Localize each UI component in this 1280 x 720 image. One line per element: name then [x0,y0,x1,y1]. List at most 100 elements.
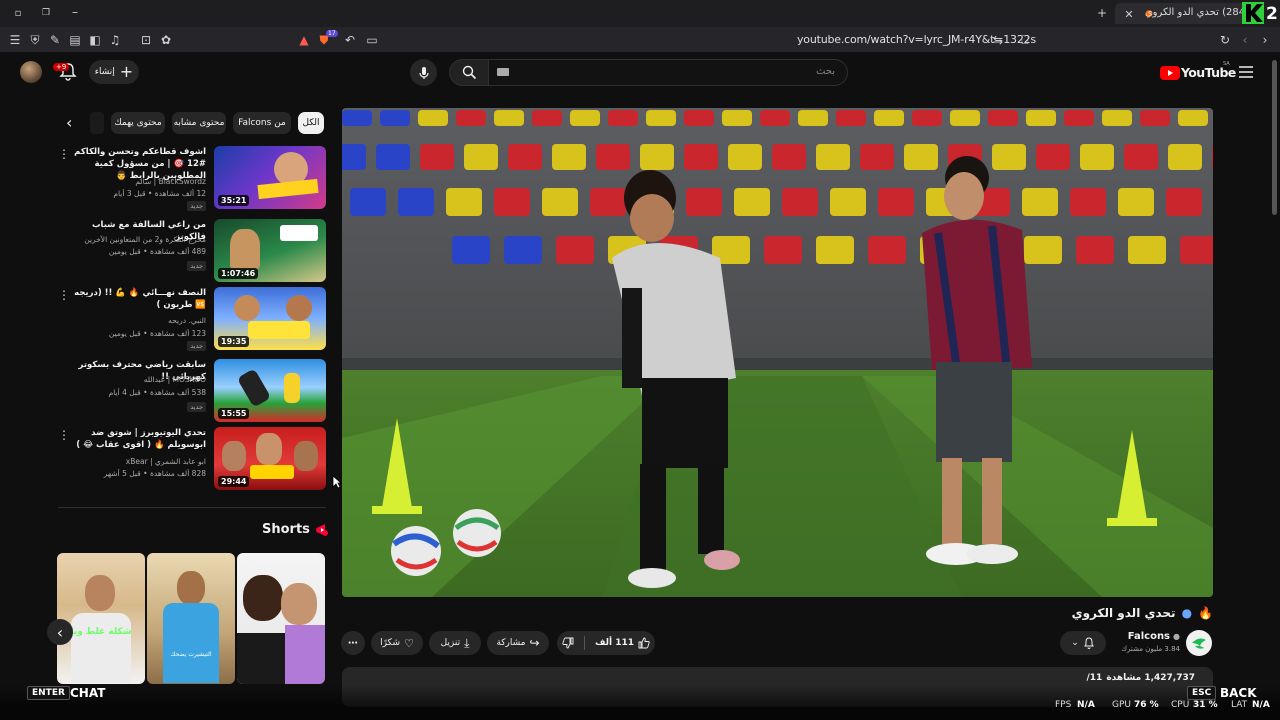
reader-icon[interactable]: ▭ [364,32,380,48]
forward-icon[interactable]: › [1257,32,1273,48]
short-item[interactable] [237,553,325,684]
stadium-seat [992,144,1026,170]
channel-name[interactable]: BlackSwordz | سالم [66,177,206,186]
chips-prev-icon[interactable]: ‹ [66,115,72,131]
chevron-down-icon: ⌄ [1071,638,1079,648]
thanks-label: شكرًا [380,638,401,648]
menu-icon[interactable]: ☰ [7,32,23,48]
brush-icon[interactable]: ✎ [47,32,63,48]
stadium-seat [1102,110,1132,126]
list-item[interactable]: 1:07:46 من راعي السالفة مع شباب فالكونز … [58,219,326,283]
reload-back-icon[interactable]: ↶ [342,32,358,48]
channel-name-row[interactable]: Falcons ● [1128,631,1180,642]
extensions-icon[interactable]: ✿ [158,32,174,48]
subscribe-dropdown-button[interactable]: ⌄ [1060,631,1106,655]
stadium-seat [1080,144,1114,170]
stadium-seat [380,110,410,126]
back-label[interactable]: BACK [1220,686,1257,700]
channel-name[interactable]: Falcons [1128,631,1170,642]
more-button[interactable]: ⋯ [341,631,365,655]
stadium-seat [728,144,762,170]
cpu-label: CPU [1171,700,1190,710]
like-dislike-group: 111 ألف [557,631,655,655]
window-minimize-icon[interactable]: – [67,4,83,20]
bookmark-icon[interactable]: ⎕ [1017,32,1033,48]
stadium-seat [556,236,594,264]
stadium-seat [1064,110,1094,126]
shield-icon[interactable]: ⛨ [27,32,43,48]
video-thumbnail[interactable]: 15:55 [214,359,326,422]
list-item[interactable]: 19:35 النصف نهـــائي 🔥 💪 !! (دريجه 🆚 طرب… [58,287,326,351]
chat-label[interactable]: CHAT [70,686,105,700]
link-icon[interactable]: ⇆ [990,32,1006,48]
window-restore-icon[interactable]: ❐ [38,5,54,21]
keyboard-icon[interactable] [497,68,509,76]
stadium-seat [1036,144,1070,170]
channel-avatar[interactable] [1186,630,1212,656]
more-actions-icon[interactable]: ⋮ [58,289,70,301]
channel-name[interactable]: مخرج الفكرة و2 من المتعاونين الآخرين [66,235,206,244]
esc-key[interactable]: ESC [1187,686,1217,700]
youtube-play-icon [1160,66,1180,80]
video-title[interactable]: تحدي اليوتيوبرز | شوتق ضد ابوسويلم 🔥 ( ا… [66,427,206,451]
video-frame [342,108,1213,597]
voice-search-button[interactable] [410,59,437,86]
chip-similar[interactable]: محتوى مشابه [172,112,226,134]
create-button[interactable]: إنشاء + [89,60,139,84]
like-button[interactable]: 111 ألف [595,637,650,649]
tabs-icon[interactable]: ▤ [67,32,83,48]
avatar[interactable] [20,61,42,83]
stadium-seat [1212,145,1213,169]
thanks-button[interactable]: ♡ شكرًا [371,631,423,655]
video-thumbnail[interactable]: 1:07:46 [214,219,326,282]
close-tab-icon[interactable]: ✕ [1121,6,1137,22]
search-button[interactable] [449,59,489,86]
tab-title: (284) تحدي الدو الكروي [1144,7,1249,18]
download-button[interactable]: ⤓ تنزيل [429,631,481,655]
more-actions-icon[interactable]: ⋮ [58,148,70,160]
music-icon[interactable]: ♫ [107,32,123,48]
video-thumbnail[interactable]: 19:35 [214,287,326,350]
chip-all[interactable]: الكل [298,112,324,134]
video-title[interactable]: النصف نهـــائي 🔥 💪 !! (دريجه 🆚 طربون ) [66,287,206,311]
stadium-seat [452,236,490,264]
thumbs-down-icon[interactable] [562,637,574,649]
list-item[interactable]: 15:55 سابقت رياضي محترف بسكوتر كهربائي !… [58,359,326,423]
channel-name[interactable]: النبي. دريحه [66,316,206,325]
list-item[interactable]: 35:21 اشوف قطاعكم وتحسن والكاكم #12 🎯 | … [58,146,326,211]
short-item[interactable]: شكلة غلط وبا [57,553,145,684]
stadium-seat [760,110,790,126]
screenshot-icon[interactable]: ⊡ [138,32,154,48]
microphone-icon [418,66,429,79]
back-icon[interactable]: ‹ [1237,32,1253,48]
triangle-icon[interactable]: ▲ [296,32,312,48]
refresh-icon[interactable]: ↻ [1217,32,1233,48]
stadium-seat [446,188,482,216]
search-input[interactable]: بحث [488,59,848,86]
page-scrollbar[interactable] [1272,60,1277,215]
shorts-prev-button[interactable]: ‹ [47,619,73,645]
window-menu-icon[interactable]: ▫ [10,5,26,21]
sidebar-icon[interactable]: ◧ [87,32,103,48]
stadium-seat [1024,236,1062,264]
more-actions-icon[interactable]: ⋮ [58,429,70,441]
guide-menu-icon[interactable] [1239,66,1253,78]
globe-icon: ● [1181,606,1193,620]
channel-name[interactable]: MOSKOO | عبدالله [66,375,206,384]
video-thumbnail[interactable]: 35:21 [214,146,326,209]
stadium-seat [912,110,942,126]
video-thumbnail[interactable]: 29:44 [214,427,326,490]
share-button[interactable]: ↪ مشاركة [487,631,549,655]
channel-name[interactable]: ابو عابد الشمري | xBear [66,457,206,466]
youtube-logo[interactable]: YouTube SA [1160,61,1236,82]
enter-key[interactable]: ENTER [27,686,70,700]
chip-from-channel[interactable]: من Falcons [233,112,291,134]
stadium-seat [830,188,866,216]
new-tab-icon[interactable]: + [1094,5,1110,21]
active-tab[interactable]: ✕ ● (284) تحدي الدو الكروي [1115,3,1255,24]
short-item[interactable]: التيشيرت يضحك [147,553,235,684]
chip-related[interactable]: محتوى يهمك [111,112,165,134]
new-badge: جديد [187,341,206,351]
list-item[interactable]: 29:44 تحدي اليوتيوبرز | شوتق ضد ابوسويلم… [58,427,326,491]
video-player[interactable] [342,108,1213,597]
